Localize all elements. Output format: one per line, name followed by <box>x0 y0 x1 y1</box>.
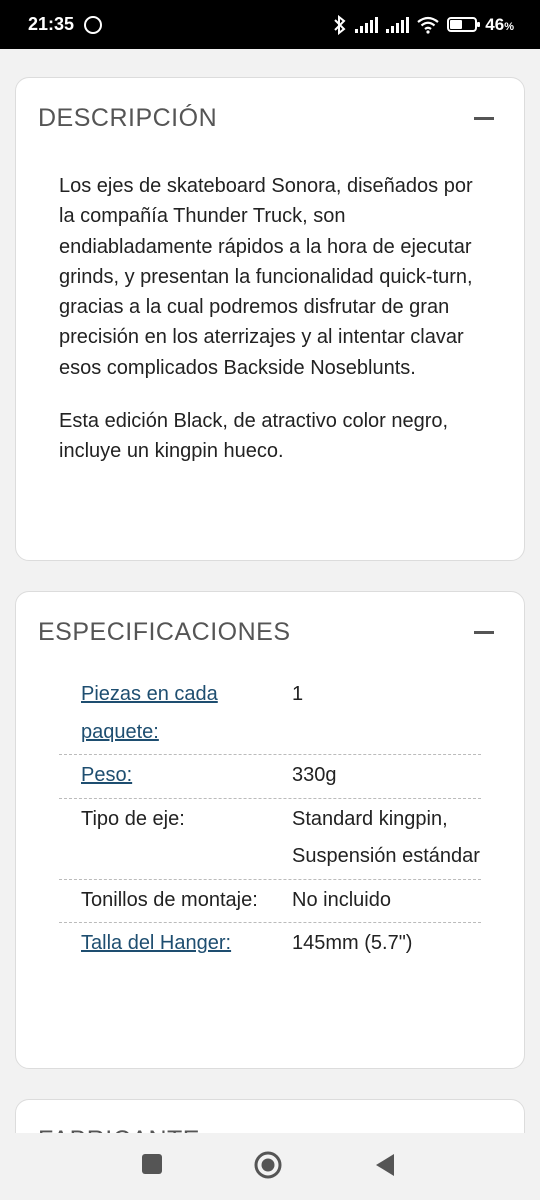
status-right: 46% <box>333 14 514 35</box>
spec-row: Talla del Hanger: 145mm (5.7") <box>59 923 481 966</box>
spec-row: Tipo de eje: Standard kingpin, Suspensió… <box>59 799 481 880</box>
spec-value: Standard kingpin, Suspensión estándar <box>292 807 480 868</box>
specifications-title: ESPECIFICACIONES <box>38 617 291 646</box>
spec-row: Piezas en cada paquete: 1 <box>59 674 481 755</box>
description-body: Los ejes de skateboard Sonora, diseñados… <box>59 171 484 490</box>
specifications-card: ESPECIFICACIONES Piezas en cada paquete:… <box>15 591 525 1069</box>
spec-label-link[interactable]: Talla del Hanger: <box>59 925 292 963</box>
recent-apps-icon[interactable] <box>141 1153 163 1175</box>
back-icon[interactable] <box>374 1153 396 1177</box>
description-paragraph: Esta edición Black, de atractivo color n… <box>59 410 449 463</box>
status-left: 21:35 <box>28 14 103 35</box>
specifications-header[interactable]: ESPECIFICACIONES <box>38 592 502 672</box>
battery-level: 46% <box>485 14 514 34</box>
spec-table: Piezas en cada paquete: 1 Peso: 330g Tip… <box>59 674 481 966</box>
spec-label: Tonillos de montaje: <box>81 888 258 911</box>
description-header[interactable]: DESCRIPCIÓN <box>38 78 502 158</box>
collapse-icon[interactable] <box>474 116 494 120</box>
whatsapp-notification-icon <box>84 15 103 34</box>
description-card: DESCRIPCIÓN Los ejes de skateboard Sonor… <box>15 77 525 561</box>
spec-label-link[interactable]: Piezas en cada paquete: <box>59 676 292 751</box>
spec-label: Tipo de eje: <box>81 807 185 830</box>
signal-icon-2 <box>386 16 410 33</box>
spec-row: Tonillos de montaje: No incluido <box>59 880 481 923</box>
navigation-bar <box>0 1133 540 1200</box>
home-icon[interactable] <box>254 1151 282 1179</box>
spec-value: No incluido <box>292 888 391 911</box>
spec-row: Peso: 330g <box>59 755 481 799</box>
signal-icon-1 <box>355 16 379 33</box>
clock: 21:35 <box>28 14 75 34</box>
wifi-icon <box>417 16 439 34</box>
spec-value: 330g <box>292 764 337 786</box>
spec-value: 145mm (5.7") <box>292 932 413 954</box>
description-paragraph: Los ejes de skateboard Sonora, diseñados… <box>59 175 473 379</box>
bluetooth-icon <box>334 14 346 35</box>
description-title: DESCRIPCIÓN <box>38 103 218 132</box>
battery-icon <box>447 17 481 32</box>
collapse-icon[interactable] <box>474 630 494 634</box>
spec-value: 1 <box>292 683 304 705</box>
status-bar: 21:35 46% <box>0 0 540 49</box>
spec-label-link[interactable]: Peso: <box>59 757 292 795</box>
